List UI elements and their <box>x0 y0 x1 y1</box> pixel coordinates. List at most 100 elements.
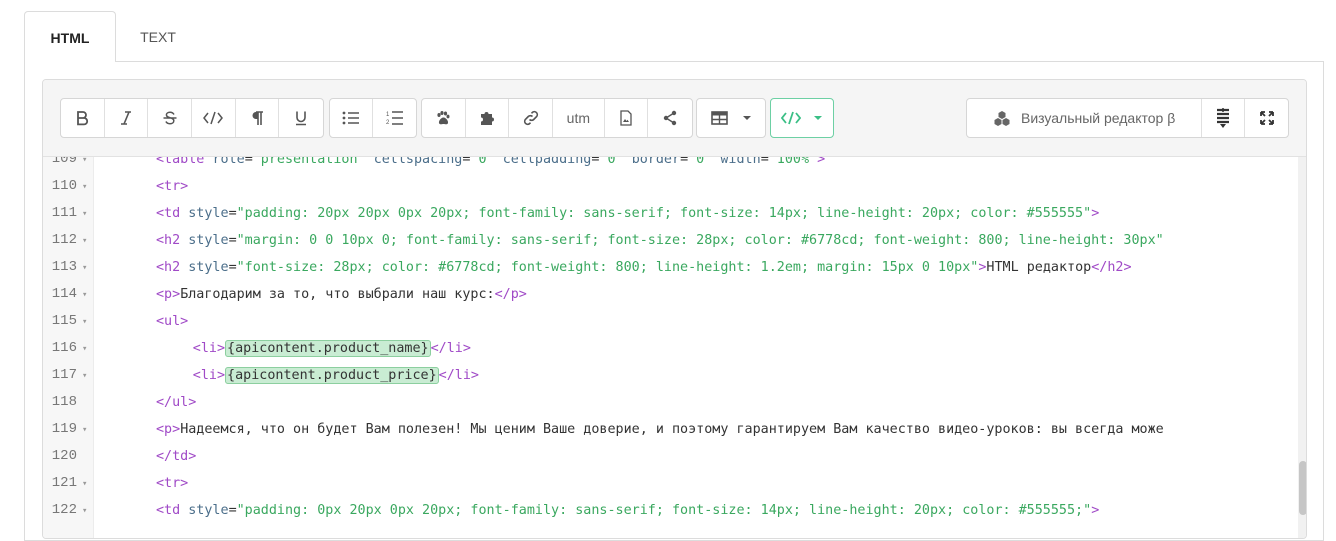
code-area[interactable]: 109 ▾ <table role="presentation" cellspaci… <box>43 157 1298 538</box>
fold-arrow-icon[interactable]: ▾ <box>82 228 87 255</box>
paragraph-button[interactable] <box>236 99 280 137</box>
html-editor: 12 utm Визуальный редактор β 109 ▾ <tabl… <box>42 79 1307 539</box>
line-number: 109 <box>51 157 77 167</box>
code-line: 122 ▾ <td style="padding: 0px 20px 0px 20p… <box>43 497 1298 524</box>
strikethrough-icon <box>163 111 177 125</box>
share-icon <box>663 110 677 126</box>
api-variable-chip[interactable]: {apicontent.product_price} <box>225 367 439 384</box>
list-button-group: 12 <box>329 98 417 138</box>
fold-arrow-icon[interactable]: ▾ <box>82 498 87 525</box>
code-view-icon <box>781 111 801 125</box>
italic-button[interactable] <box>105 99 149 137</box>
view-button-group: Визуальный редактор β <box>966 98 1289 138</box>
line-number: 111 <box>51 205 77 221</box>
table-button[interactable] <box>697 99 765 137</box>
utm-button[interactable]: utm <box>553 99 605 137</box>
visual-editor-label: Визуальный редактор β <box>1020 110 1176 126</box>
code-text: <tr> <box>156 179 189 194</box>
numbered-list-button[interactable]: 12 <box>373 99 416 137</box>
fold-arrow-icon[interactable]: ▾ <box>82 174 87 201</box>
code-text: <p>Благодарим за то, что выбрали наш кур… <box>156 287 527 302</box>
cubes-icon <box>994 111 1010 126</box>
link-button[interactable] <box>509 99 554 137</box>
line-number: 118 <box>51 394 77 410</box>
file-icon <box>620 110 632 126</box>
code-line: 117 ▾ <li> {apicontent.product_price} </li> <box>43 362 1298 389</box>
scrollbar-thumb[interactable] <box>1299 461 1306 515</box>
line-number: 113 <box>51 259 77 275</box>
line-number: 121 <box>51 475 77 491</box>
line-number: 114 <box>51 286 77 302</box>
svg-text:1: 1 <box>386 112 390 118</box>
code-text: <p>Надеемся, что он будет Вам полезен! М… <box>156 422 1164 437</box>
code-text: <li> {apicontent.product_price} </li> <box>192 367 479 384</box>
paragraph-icon <box>252 111 264 125</box>
bold-button[interactable] <box>61 99 105 137</box>
code-view-dropdown <box>770 98 834 138</box>
line-number: 115 <box>51 313 77 329</box>
bold-icon <box>77 111 89 126</box>
code-line: 109 ▾ <table role="presentation" cellspaci… <box>43 157 1298 173</box>
code-line: 113 ▾ <h2 style="font-size: 28px; color: #… <box>43 254 1298 281</box>
fold-arrow-icon[interactable]: ▾ <box>82 309 87 336</box>
bulleted-list-button[interactable] <box>330 99 374 137</box>
code-line: 114 ▾ <p>Благодарим за то, что выбрали наш… <box>43 281 1298 308</box>
code-text: <tr> <box>156 476 189 491</box>
fold-arrow-icon[interactable]: ▾ <box>82 363 87 390</box>
code-line: 120 </td> <box>43 443 1298 470</box>
line-number: 116 <box>51 340 77 356</box>
code-icon <box>203 111 224 125</box>
fold-arrow-icon[interactable]: ▾ <box>82 471 87 498</box>
puzzle-icon <box>481 112 494 125</box>
line-number: 120 <box>51 448 77 464</box>
fold-arrow-icon[interactable]: ▾ <box>82 157 87 174</box>
api-variable-chip[interactable]: {apicontent.product_name} <box>225 340 431 357</box>
italic-icon <box>121 111 131 125</box>
code-line: 116 ▾ <li> {apicontent.product_name} </li> <box>43 335 1298 362</box>
code-line: 119 ▾ <p>Надеемся, что он будет Вам полезе… <box>43 416 1298 443</box>
file-button[interactable] <box>605 99 649 137</box>
tab-text[interactable]: TEXT <box>116 11 200 61</box>
code-text: </ul> <box>156 395 197 410</box>
line-number: 122 <box>51 502 77 518</box>
fold-arrow-icon[interactable]: ▾ <box>82 255 87 282</box>
code-text: <td style="padding: 20px 20px 0px 20px; … <box>156 206 1100 221</box>
code-text: <ul> <box>156 314 189 329</box>
inline-code-button[interactable] <box>192 99 236 137</box>
editor-toolbar: 12 utm Визуальный редактор β <box>43 80 1306 157</box>
expand-icon <box>1259 111 1274 125</box>
fullscreen-button[interactable] <box>1245 99 1288 137</box>
paw-icon <box>437 111 450 125</box>
layers-down-icon <box>1217 108 1230 128</box>
bulleted-list-icon <box>342 111 359 125</box>
table-icon <box>710 111 728 125</box>
underline-button[interactable] <box>279 99 323 137</box>
insert-button-group: utm <box>421 98 693 138</box>
code-text: </td> <box>156 449 197 464</box>
code-line: 110 ▾ <tr> <box>43 173 1298 200</box>
strikethrough-button[interactable] <box>148 99 193 137</box>
svg-text:2: 2 <box>386 120 390 126</box>
format-button-group <box>60 98 324 138</box>
tab-html[interactable]: HTML <box>24 11 116 62</box>
fold-arrow-icon[interactable]: ▾ <box>82 282 87 309</box>
fold-arrow-icon[interactable]: ▾ <box>82 201 87 228</box>
line-number: 119 <box>51 421 77 437</box>
vertical-scrollbar[interactable] <box>1298 157 1306 538</box>
fold-arrow-icon[interactable]: ▾ <box>82 417 87 444</box>
code-text: <h2 style="font-size: 28px; color: #6778… <box>156 260 1132 275</box>
code-text: <h2 style="margin: 0 0 10px 0; font-fami… <box>156 233 1164 248</box>
fold-arrow-icon[interactable]: ▾ <box>82 336 87 363</box>
visual-editor-button[interactable]: Визуальный редактор β <box>967 99 1203 137</box>
code-line: 115 ▾ <ul> <box>43 308 1298 335</box>
paw-button[interactable] <box>422 99 466 137</box>
code-line: 121 ▾ <tr> <box>43 470 1298 497</box>
code-view-button[interactable] <box>771 99 833 137</box>
share-button[interactable] <box>648 99 692 137</box>
table-dropdown <box>696 98 766 138</box>
line-number: 112 <box>51 232 77 248</box>
caret-down-icon <box>814 116 822 120</box>
plugin-button[interactable] <box>466 99 510 137</box>
layout-toggle-button[interactable] <box>1202 99 1246 137</box>
code-text: <li> {apicontent.product_name} </li> <box>192 340 471 357</box>
